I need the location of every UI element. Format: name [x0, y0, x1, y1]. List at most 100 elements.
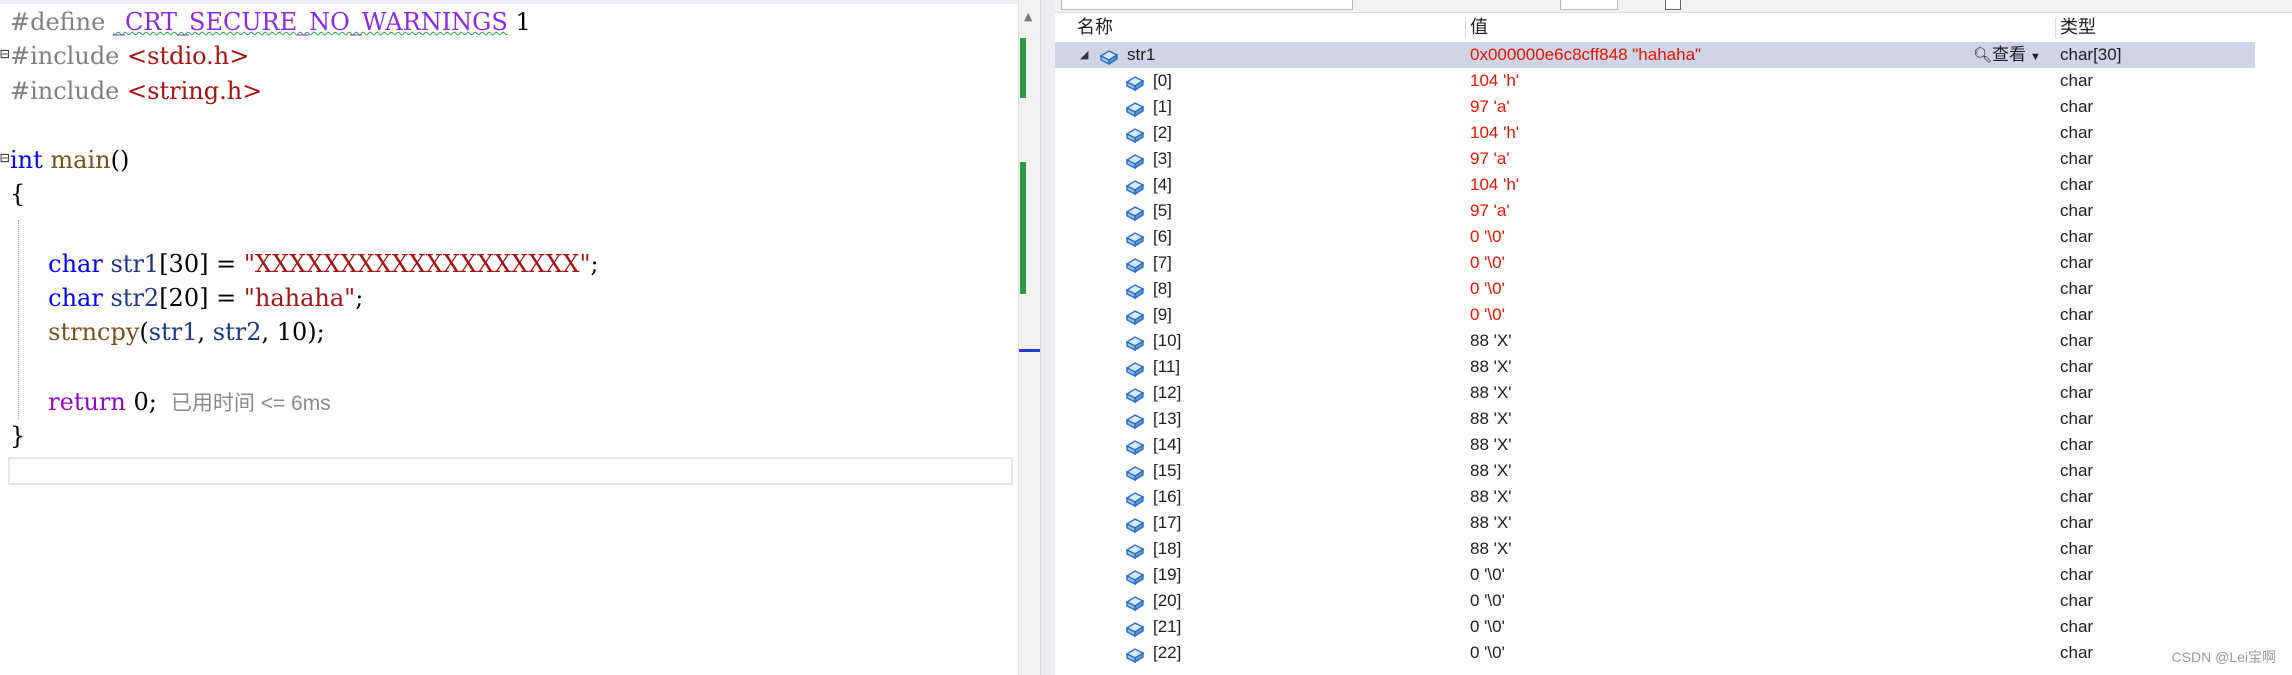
watch-row-element[interactable]: [15] 88 'X' char: [1055, 458, 2255, 484]
row-value[interactable]: 0 '\0': [1470, 250, 1505, 276]
row-value[interactable]: 0 '\0': [1470, 276, 1505, 302]
code-editor[interactable]: ⊟ ⊟ #define _CRT_SECURE_NO_WARNINGS 1 #i…: [0, 0, 1018, 675]
column-header-name[interactable]: 名称: [1077, 13, 1113, 41]
include-file: <stdio.h>: [127, 42, 250, 70]
dropdown-arrow-icon[interactable]: ▼: [2030, 51, 2041, 63]
row-value[interactable]: 104 'h': [1470, 120, 1519, 146]
row-value[interactable]: 0 '\0': [1470, 588, 1505, 614]
watch-row-element[interactable]: [18] 88 'X' char: [1055, 536, 2255, 562]
view-button[interactable]: 🔍︎查看 ▼: [1973, 42, 2041, 70]
row-value[interactable]: 0 '\0': [1470, 224, 1505, 250]
row-value[interactable]: 0 '\0': [1470, 562, 1505, 588]
watch-row-element[interactable]: [0] 104 'h' char: [1055, 68, 2255, 94]
code-line-5[interactable]: int main(): [10, 143, 129, 177]
row-value[interactable]: 88 'X': [1470, 432, 1511, 458]
code-line-1[interactable]: #define _CRT_SECURE_NO_WARNINGS 1: [10, 5, 531, 39]
watch-row-str1[interactable]: ◢ str1 0x000000e6c8cff848 "hahaha" 🔍︎查看 ▼ cha…: [1055, 42, 2255, 68]
row-type: char: [2060, 643, 2094, 662]
variable-name: str1: [110, 250, 160, 278]
editor-scrollbar[interactable]: ▲: [1018, 0, 1041, 675]
watch-row-element[interactable]: [4] 104 'h' char: [1055, 172, 2255, 198]
watch-row-element[interactable]: [11] 88 'X' char: [1055, 354, 2255, 380]
scroll-up-arrow-icon[interactable]: ▲: [1024, 10, 1032, 23]
watch-row-element[interactable]: [13] 88 'X' char: [1055, 406, 2255, 432]
row-name: [11]: [1153, 357, 1181, 376]
watch-row-element[interactable]: [14] 88 'X' char: [1055, 432, 2255, 458]
code-line-14[interactable]: }: [10, 419, 25, 453]
row-value[interactable]: 88 'X': [1470, 536, 1511, 562]
row-type: char: [2060, 331, 2094, 350]
watch-row-element[interactable]: [22] 0 '\0' char: [1055, 640, 2255, 666]
code-line-2[interactable]: #include <stdio.h>: [10, 39, 249, 73]
column-divider[interactable]: [1465, 17, 1466, 39]
variable-icon: [1125, 229, 1145, 248]
row-value[interactable]: 0 '\0': [1470, 614, 1505, 640]
column-divider[interactable]: [2055, 17, 2056, 39]
paren-open: (: [139, 318, 149, 346]
row-value[interactable]: 104 'h': [1470, 68, 1519, 94]
preprocessor-keyword: #include: [10, 42, 120, 70]
preprocessor-keyword: #include: [10, 77, 120, 105]
array-decl: [20] =: [159, 284, 244, 312]
variable-icon: [1125, 593, 1145, 612]
row-value[interactable]: 0x000000e6c8cff848 "hahaha": [1470, 42, 1701, 68]
column-header-value[interactable]: 值: [1470, 13, 1488, 41]
row-name: [15]: [1153, 461, 1182, 480]
return-value: 0;: [125, 388, 157, 416]
close-brace: }: [10, 422, 26, 450]
watch-row-element[interactable]: [8] 0 '\0' char: [1055, 276, 2255, 302]
watch-row-element[interactable]: [2] 104 'h' char: [1055, 120, 2255, 146]
watch-row-element[interactable]: [21] 0 '\0' char: [1055, 614, 2255, 640]
row-value[interactable]: 88 'X': [1470, 328, 1511, 354]
perf-tip[interactable]: 已用时间 <= 6ms: [171, 392, 331, 415]
row-value[interactable]: 88 'X': [1470, 458, 1511, 484]
row-value[interactable]: 88 'X': [1470, 354, 1511, 380]
watch-row-element[interactable]: [16] 88 'X' char: [1055, 484, 2255, 510]
watch-column-header: 名称 值 类型: [1055, 13, 2292, 41]
fold-toggle-main[interactable]: ⊟: [0, 148, 10, 167]
toolbar-icon[interactable]: [1665, 0, 1681, 10]
row-value[interactable]: 97 'a': [1470, 146, 1510, 172]
row-value[interactable]: 0 '\0': [1470, 302, 1505, 328]
watch-row-element[interactable]: [20] 0 '\0' char: [1055, 588, 2255, 614]
watch-toolbar: [1055, 0, 2292, 13]
watch-row-element[interactable]: [9] 0 '\0' char: [1055, 302, 2255, 328]
row-type: char: [2060, 305, 2094, 324]
code-line-11[interactable]: strncpy(str1, str2, 10);: [10, 315, 325, 349]
search-input[interactable]: [1061, 0, 1353, 10]
watch-row-element[interactable]: [7] 0 '\0' char: [1055, 250, 2255, 276]
collapse-triangle-icon[interactable]: ◢: [1080, 42, 1088, 68]
row-value[interactable]: 88 'X': [1470, 484, 1511, 510]
watch-row-element[interactable]: [10] 88 'X' char: [1055, 328, 2255, 354]
code-line-3[interactable]: #include <string.h>: [10, 74, 262, 108]
watch-panel[interactable]: 名称 值 类型 ◢ str1 0x000000e6c8cff848 "hahaha"…: [1055, 0, 2292, 675]
row-value[interactable]: 104 'h': [1470, 172, 1519, 198]
fold-toggle-includes[interactable]: ⊟: [0, 44, 10, 63]
array-decl: [30] =: [159, 250, 244, 278]
variable-icon: [1125, 333, 1145, 352]
panel-splitter[interactable]: [1040, 0, 1056, 675]
row-value[interactable]: 97 'a': [1470, 198, 1510, 224]
row-value[interactable]: 0 '\0': [1470, 640, 1505, 666]
watch-row-element[interactable]: [17] 88 'X' char: [1055, 510, 2255, 536]
search-depth-input[interactable]: [1560, 0, 1618, 10]
code-line-6[interactable]: {: [10, 177, 25, 211]
watch-row-element[interactable]: [6] 0 '\0' char: [1055, 224, 2255, 250]
watch-row-element[interactable]: [5] 97 'a' char: [1055, 198, 2255, 224]
row-value[interactable]: 97 'a': [1470, 94, 1510, 120]
row-type: char: [2060, 227, 2094, 246]
row-name: [0]: [1153, 71, 1172, 90]
watch-row-element[interactable]: [1] 97 'a' char: [1055, 94, 2255, 120]
code-line-13[interactable]: return 0; 已用时间 <= 6ms: [10, 385, 331, 419]
row-name: str1: [1127, 45, 1156, 64]
row-value[interactable]: 88 'X': [1470, 380, 1511, 406]
row-name: [8]: [1153, 279, 1172, 298]
code-line-9[interactable]: char str1[30] = "XXXXXXXXXXXXXXXXXXX";: [10, 247, 598, 281]
watch-row-element[interactable]: [19] 0 '\0' char: [1055, 562, 2255, 588]
column-header-type[interactable]: 类型: [2060, 13, 2096, 41]
watch-row-element[interactable]: [12] 88 'X' char: [1055, 380, 2255, 406]
code-line-10[interactable]: char str2[20] = "hahaha";: [10, 281, 363, 315]
watch-row-element[interactable]: [3] 97 'a' char: [1055, 146, 2255, 172]
row-value[interactable]: 88 'X': [1470, 406, 1511, 432]
row-value[interactable]: 88 'X': [1470, 510, 1511, 536]
